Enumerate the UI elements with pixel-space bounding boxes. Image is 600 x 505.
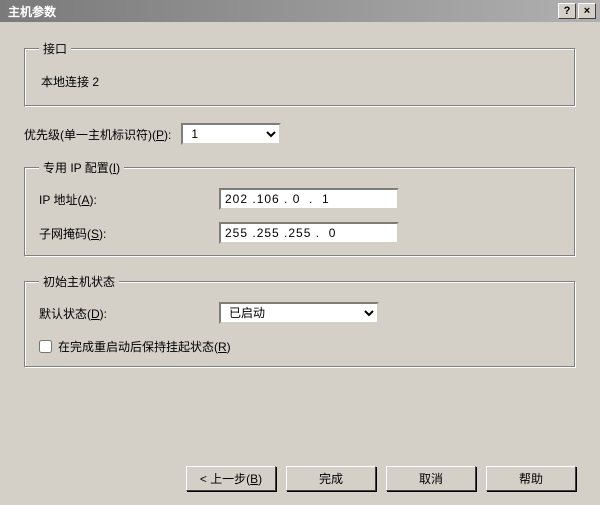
interface-legend: 接口 [39, 40, 71, 57]
help-icon[interactable]: ? [558, 3, 576, 19]
dialog-body: 接口 本地连接 2 优先级(单一主机标识符)(P): 1 专用 IP 配置(I)… [0, 22, 600, 396]
default-state-row: 默认状态(D): 已启动 [39, 302, 561, 324]
ip-address-input[interactable] [219, 188, 399, 210]
priority-label: 优先级(单一主机标识符)(P): [24, 126, 171, 143]
ip-address-row: IP 地址(A): [39, 188, 561, 210]
button-bar: < 上一步(B) 完成 取消 帮助 [186, 466, 576, 491]
suspend-checkbox-row: 在完成重启动后保持挂起状态(R) [39, 338, 561, 355]
priority-row: 优先级(单一主机标识符)(P): 1 [24, 123, 576, 145]
ip-address-label: IP 地址(A): [39, 191, 219, 208]
titlebar: 主机参数 ? × [0, 0, 600, 22]
default-state-select[interactable]: 已启动 [219, 302, 379, 324]
back-button[interactable]: < 上一步(B) [186, 466, 276, 491]
initial-state-legend: 初始主机状态 [39, 273, 119, 290]
suspend-checkbox-label: 在完成重启动后保持挂起状态(R) [58, 338, 231, 355]
finish-button[interactable]: 完成 [286, 466, 376, 491]
initial-state-group: 初始主机状态 默认状态(D): 已启动 在完成重启动后保持挂起状态(R) [24, 273, 576, 368]
subnet-mask-input[interactable] [219, 222, 399, 244]
subnet-mask-label: 子网掩码(S): [39, 225, 219, 242]
window-title: 主机参数 [8, 3, 558, 20]
subnet-mask-row: 子网掩码(S): [39, 222, 561, 244]
titlebar-buttons: ? × [558, 3, 596, 19]
interface-group: 接口 本地连接 2 [24, 40, 576, 107]
interface-value: 本地连接 2 [39, 69, 561, 94]
ip-config-group: 专用 IP 配置(I) IP 地址(A): 子网掩码(S): [24, 159, 576, 257]
suspend-checkbox[interactable] [39, 340, 52, 353]
ip-config-legend: 专用 IP 配置(I) [39, 159, 124, 176]
priority-select[interactable]: 1 [181, 123, 281, 145]
default-state-label: 默认状态(D): [39, 305, 219, 322]
help-button[interactable]: 帮助 [486, 466, 576, 491]
cancel-button[interactable]: 取消 [386, 466, 476, 491]
close-icon[interactable]: × [578, 3, 596, 19]
